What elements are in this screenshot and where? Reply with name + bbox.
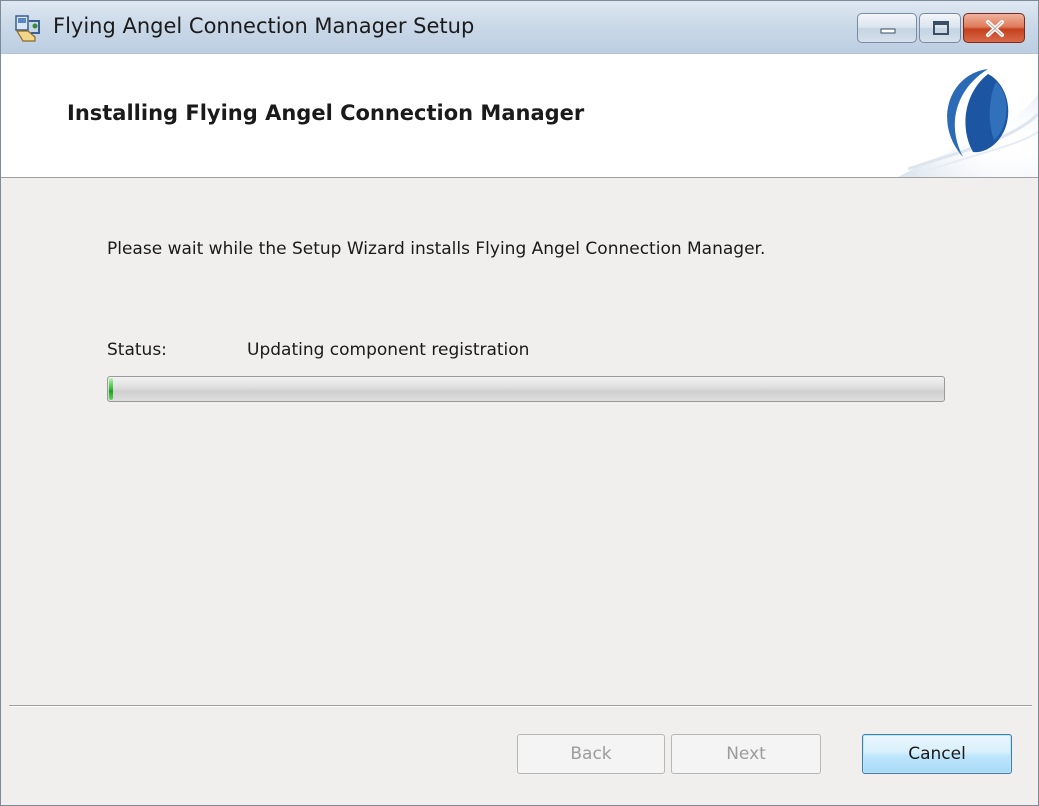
status-label: Status: [107, 340, 167, 360]
installer-icon [15, 15, 40, 42]
next-button[interactable]: Next [671, 734, 821, 774]
maximize-button[interactable] [919, 13, 961, 43]
maximize-icon [933, 21, 949, 35]
minimize-button[interactable] [857, 13, 917, 43]
crescent-logo-icon [898, 69, 1038, 177]
cancel-button[interactable]: Cancel [862, 734, 1012, 774]
window-title: Flying Angel Connection Manager Setup [53, 14, 475, 38]
install-progress-bar [107, 376, 945, 402]
status-value: Updating component registration [247, 340, 530, 360]
setup-window: Flying Angel Connection Manager Setup In… [0, 0, 1039, 806]
title-bar[interactable]: Flying Angel Connection Manager Setup [1, 1, 1038, 54]
minimize-icon [880, 28, 896, 34]
intro-text: Please wait while the Setup Wizard insta… [107, 239, 766, 259]
progress-fill [109, 378, 113, 400]
wizard-banner: Installing Flying Angel Connection Manag… [1, 54, 1038, 178]
close-icon [986, 20, 1004, 37]
banner-title: Installing Flying Angel Connection Manag… [67, 101, 585, 125]
close-button[interactable] [963, 13, 1025, 43]
footer-separator [9, 705, 1032, 707]
back-button[interactable]: Back [517, 734, 665, 774]
